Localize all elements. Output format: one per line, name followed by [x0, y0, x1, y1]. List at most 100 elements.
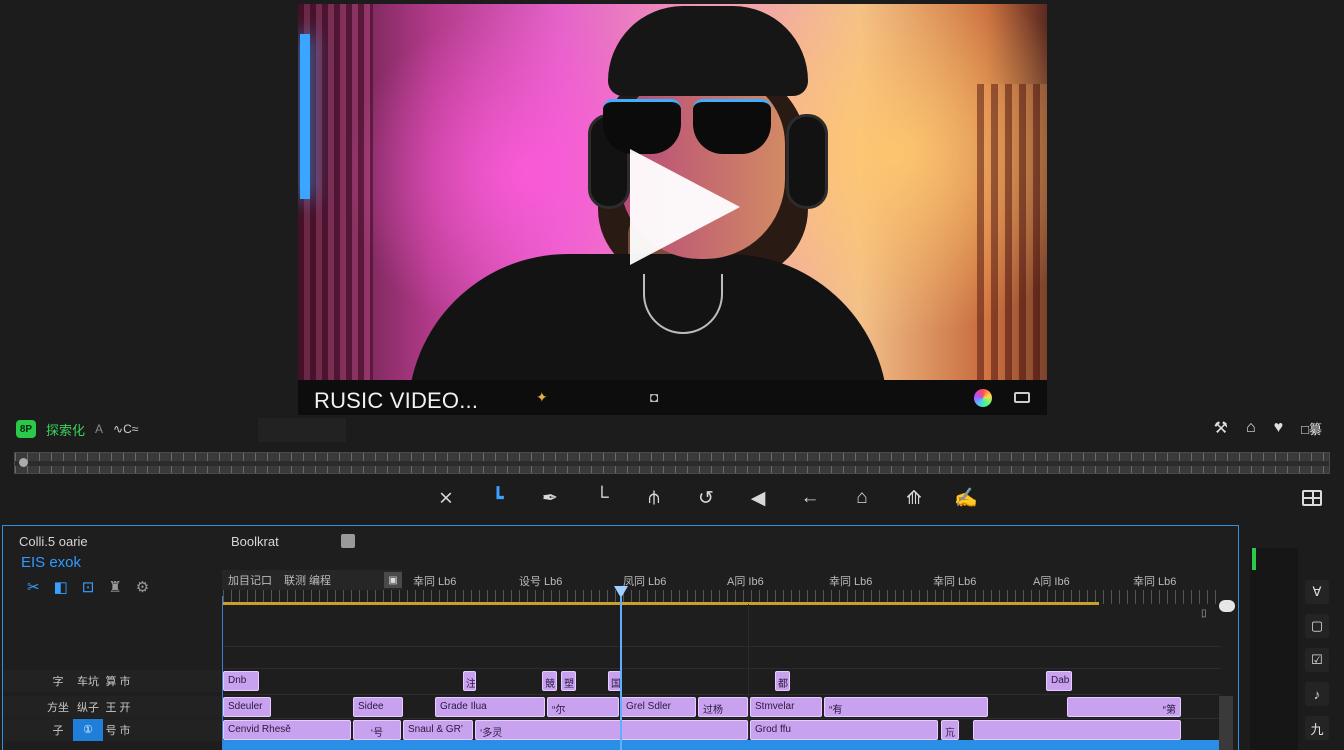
preview-title: RUSIC VIDEO...	[314, 388, 479, 413]
playhead-line[interactable]	[620, 596, 622, 750]
edit-toolbar: ⨯ ┗ ✒ └ ⫛ ↺ ◀ ← ⌂ ⟰ ✍	[420, 484, 992, 512]
time-label: 设号 Lb6	[519, 576, 563, 588]
background-lights-right	[977, 84, 1047, 380]
clip[interactable]: Grel Sdler	[621, 697, 696, 717]
wrench-icon[interactable]: ⚒	[1214, 418, 1228, 438]
zoom-small-icon[interactable]: ▯	[1201, 608, 1207, 619]
ripple-tool-icon[interactable]: ◀	[732, 484, 784, 512]
snap-icon[interactable]: ✂	[27, 578, 40, 596]
square-icon[interactable]: ▢	[1305, 614, 1329, 638]
clip[interactable]: 巟	[941, 720, 959, 740]
sequence-label: Boolkrat	[231, 534, 279, 549]
clip[interactable]: 过杨	[698, 697, 748, 717]
clip[interactable]: “第	[1067, 697, 1181, 717]
timecode-current: 加目记口	[228, 575, 272, 587]
clip[interactable]: 塑	[561, 671, 576, 691]
ruler-handle[interactable]	[19, 458, 28, 467]
grid-nine-icon[interactable]: 九	[1305, 716, 1329, 740]
clip[interactable]: Sidee	[353, 697, 403, 717]
track-target-toggle[interactable]: ①	[73, 719, 103, 741]
clip[interactable]: “有	[824, 697, 988, 717]
timeline-tools: ✂ ◧ ⊡ ♜ ⚙	[27, 578, 149, 596]
status-right: ⚒ ⌂ ♥ □纂	[1214, 418, 1322, 438]
video-preview[interactable]: RUSIC VIDEO... ✦ ◘	[298, 4, 1047, 415]
home-icon[interactable]: ⌂	[1246, 419, 1256, 437]
track-toggle[interactable]: 车坑	[73, 673, 103, 689]
clip[interactable]: 都	[775, 671, 790, 691]
sequence-menu-icon[interactable]	[341, 534, 355, 548]
track-header-v2[interactable]: 方坐 纵子 王 开	[3, 696, 221, 718]
ruler-track	[15, 461, 1329, 466]
audio-meter-panel	[1250, 548, 1298, 750]
crop-tool-icon[interactable]: ┗	[472, 484, 524, 512]
toolbox-icon[interactable]: ⌂	[836, 484, 888, 512]
clip[interactable]: Sdeuler	[223, 697, 271, 717]
track-divider	[223, 646, 1221, 647]
heart-icon[interactable]: ♥	[1274, 419, 1284, 437]
time-label: 幸同 Lb6	[413, 576, 457, 588]
camera-icon[interactable]: ◘	[650, 389, 658, 405]
clip[interactable]: ‘多灵	[475, 720, 748, 740]
clip[interactable]: Grod ffu	[750, 720, 938, 740]
sparkle-icon[interactable]: ✦	[536, 389, 548, 406]
music-note-icon[interactable]: ♪	[1305, 682, 1329, 706]
pen-side-icon[interactable]: ∀	[1305, 580, 1329, 604]
check-box-icon[interactable]: ☑	[1305, 648, 1329, 672]
track-header-v1[interactable]: 字 车坑 算 市	[3, 670, 221, 692]
timeline-title: Colli.5 oarie	[19, 534, 88, 549]
right-toolbar: ∀▢☑♪九列	[1304, 580, 1330, 750]
track-options[interactable]: 王 开	[103, 699, 133, 715]
selection-tool-icon[interactable]: ⨯	[420, 484, 472, 512]
back-arrow-icon[interactable]: ←	[784, 484, 836, 512]
timeline-vertical-scrollbar[interactable]	[1219, 696, 1233, 750]
clip[interactable]: “尔	[547, 697, 619, 717]
audio-track-selected[interactable]	[223, 740, 1223, 750]
track-label: 子	[52, 725, 64, 737]
person-cap	[608, 6, 808, 96]
work-area-bar[interactable]	[223, 602, 1099, 605]
scrub-ruler[interactable]	[14, 452, 1330, 474]
rotate-tool-icon[interactable]: ↺	[680, 484, 732, 512]
app-badge[interactable]: 8P	[16, 420, 36, 438]
corner-tool-icon[interactable]: └	[576, 484, 628, 512]
clip[interactable]	[973, 720, 1181, 740]
link-icon[interactable]: ◧	[54, 578, 68, 596]
settings-icon[interactable]: ♜	[108, 578, 121, 596]
waveform-icon[interactable]: ∿C≈	[113, 422, 138, 436]
clip[interactable]: Dab	[1046, 671, 1072, 691]
play-icon[interactable]	[630, 149, 740, 265]
track-options[interactable]: 算 市	[103, 673, 133, 689]
status-small-label: A	[95, 422, 104, 436]
track-label: 方坐	[47, 702, 69, 714]
track-divider	[223, 718, 1221, 719]
clip[interactable]: Dnb	[223, 671, 259, 691]
timecode-settings-icon[interactable]: ▣	[384, 572, 402, 588]
wrench-tool-icon[interactable]: ⚙	[136, 578, 149, 596]
screen-icon[interactable]	[1014, 392, 1030, 403]
clip[interactable]: Cenvid Rhesě	[223, 720, 351, 740]
track-header-a1[interactable]: 子 ① 号 市	[3, 719, 221, 741]
marker-icon[interactable]: ⊡	[82, 578, 95, 596]
track-options[interactable]: 号 市	[103, 722, 133, 738]
clip[interactable]: 注	[463, 671, 476, 691]
track-toggle[interactable]: 纵子	[73, 699, 103, 715]
brush-tool-icon[interactable]: ✍	[940, 484, 992, 512]
zoom-scroll-handle[interactable]	[1219, 600, 1235, 612]
hand-tool-icon[interactable]: ⟰	[888, 484, 940, 512]
status-field[interactable]	[258, 418, 346, 442]
time-label: A同 Ib6	[1033, 576, 1070, 588]
clip[interactable]: Grade Ilua	[435, 697, 545, 717]
audio-meter-level	[1252, 548, 1256, 570]
clip[interactable]: Snaul & GR’	[403, 720, 473, 740]
status-right-text: □纂	[1301, 421, 1322, 437]
clip[interactable]: 競	[542, 671, 557, 691]
clip[interactable]: Stmvelar	[750, 697, 822, 717]
clip[interactable]: ‘号	[353, 720, 401, 740]
color-wheel-icon[interactable]	[974, 389, 992, 407]
timecode-field[interactable]: 加目记口 联测 编程 ▣	[222, 570, 402, 590]
pen-tool-icon[interactable]: ✒	[524, 484, 576, 512]
timeline-subtitle[interactable]: EIS exok	[21, 554, 81, 571]
preview-frame	[298, 4, 1047, 414]
razor-tool-icon[interactable]: ⫛	[628, 484, 680, 512]
panel-layout-icon[interactable]	[1302, 490, 1322, 506]
